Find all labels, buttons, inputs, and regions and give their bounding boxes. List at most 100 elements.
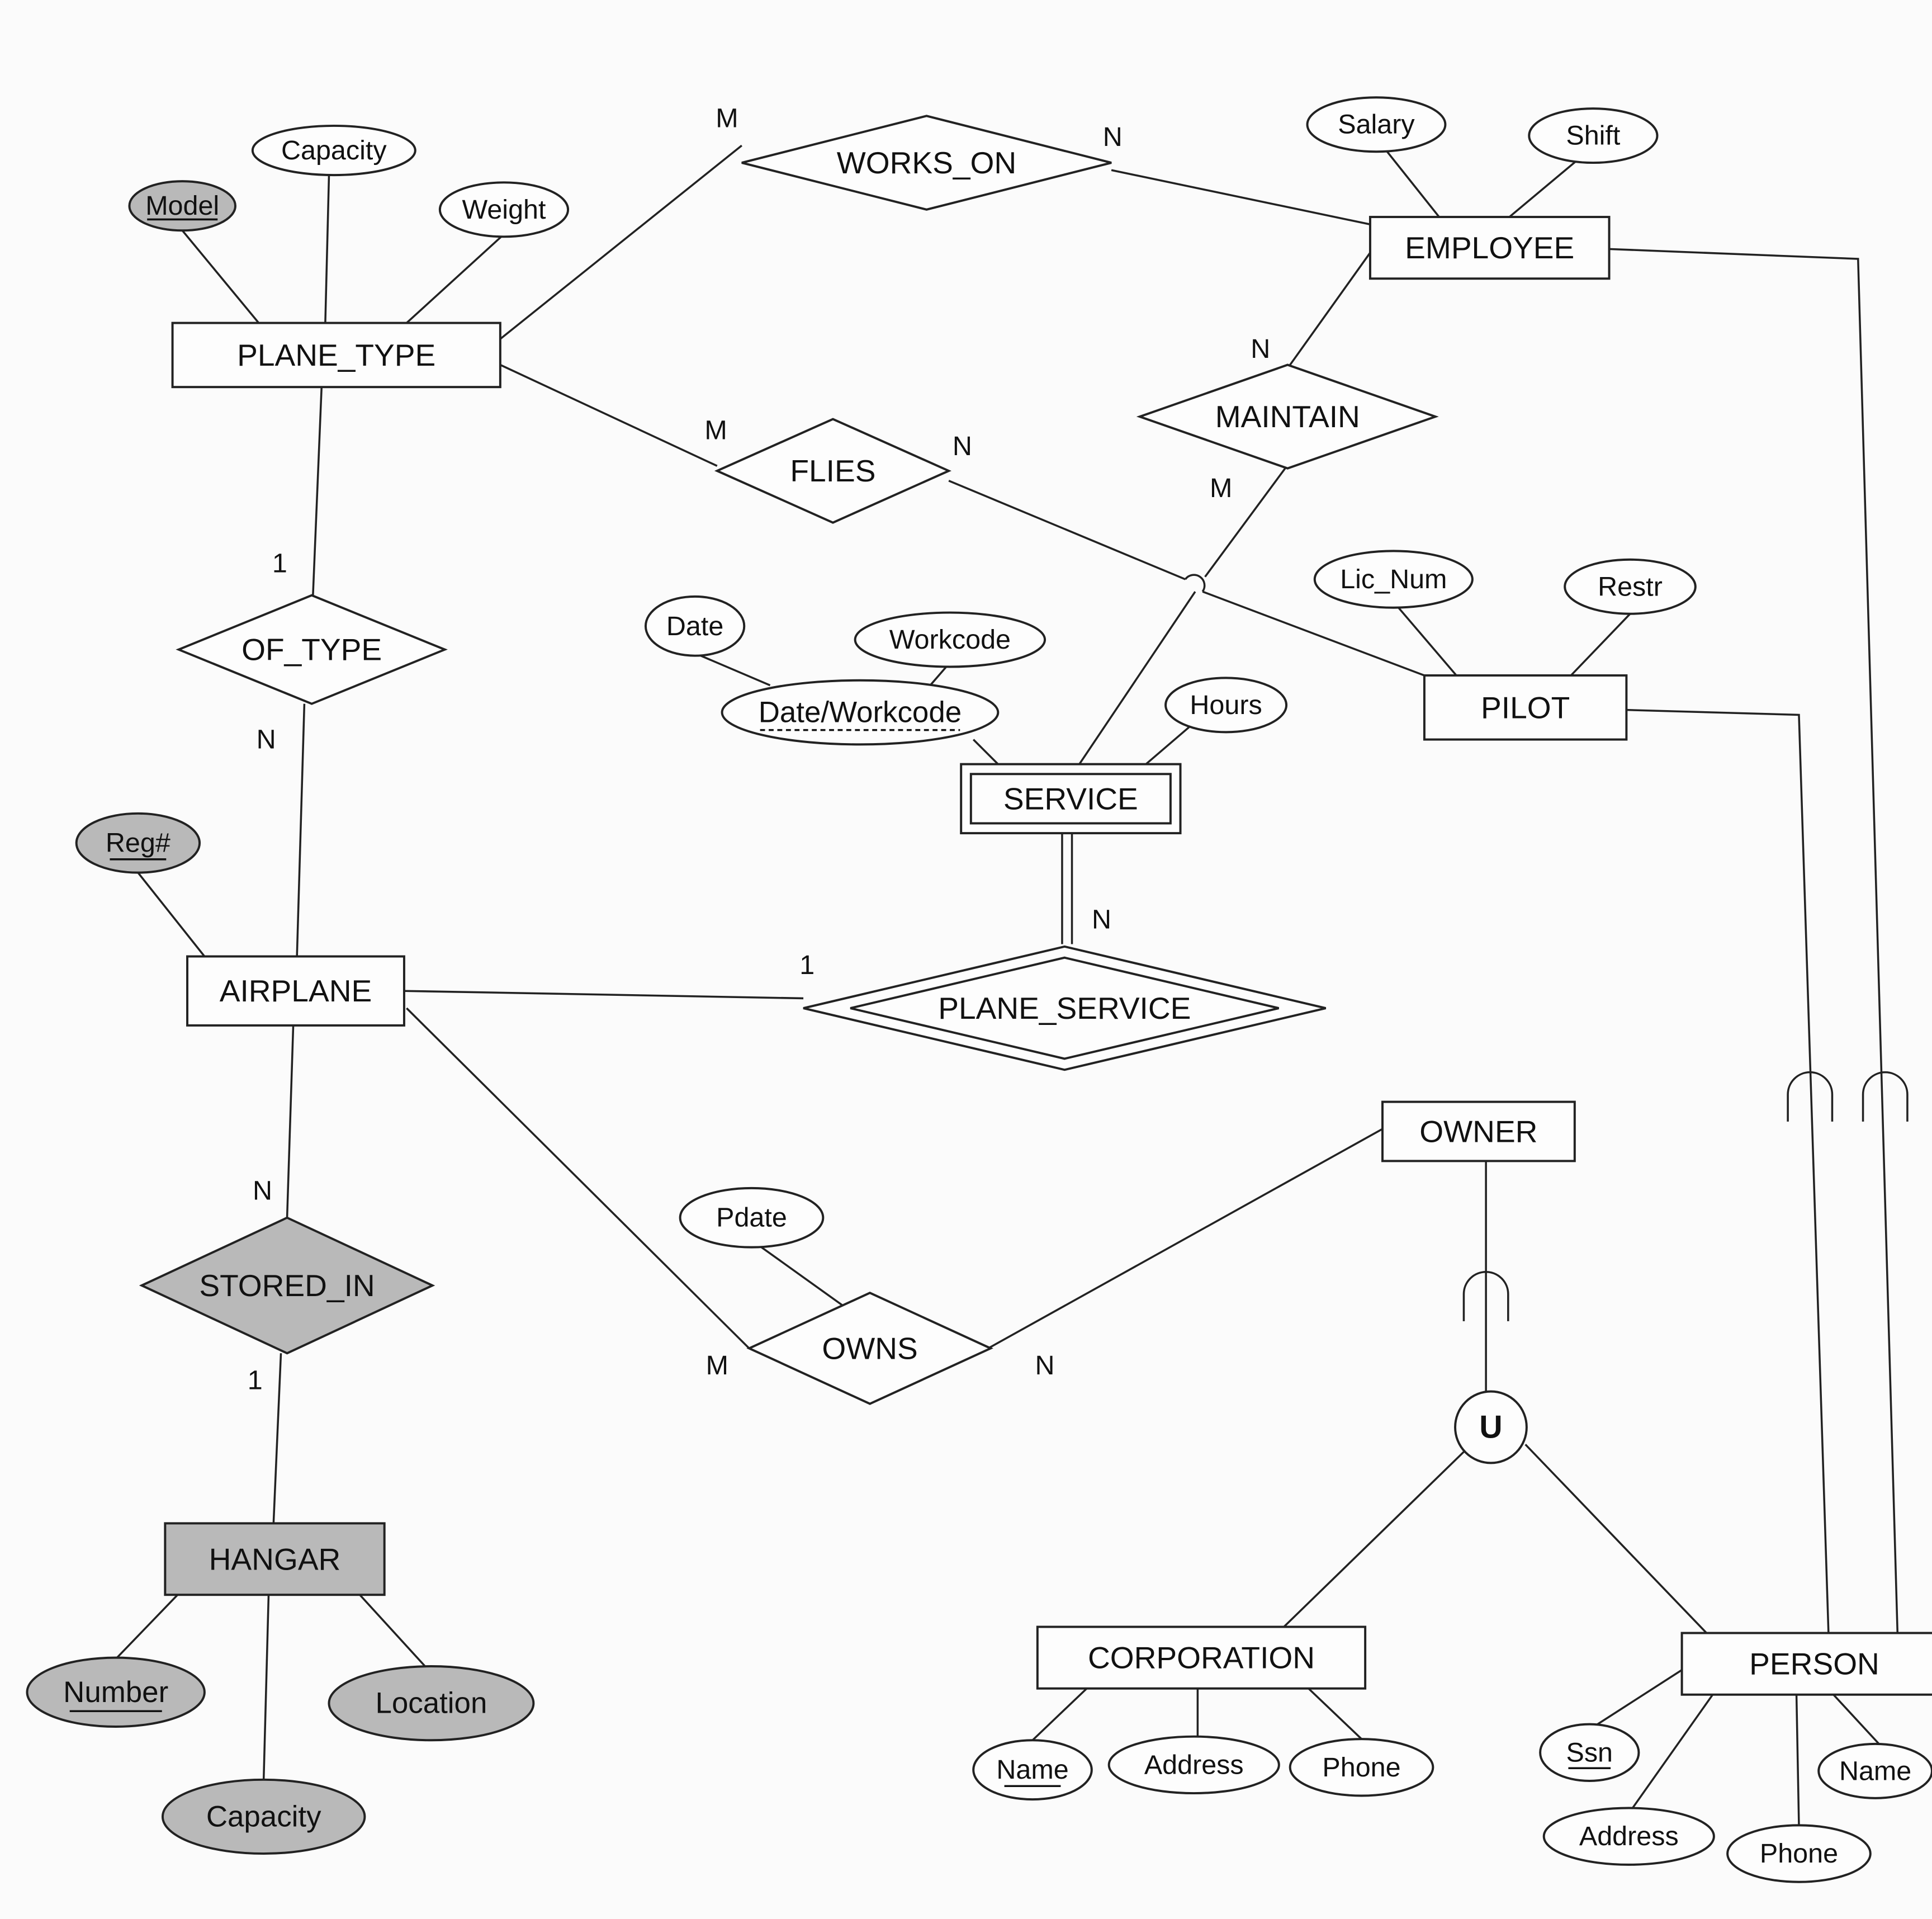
entity-label: EMPLOYEE bbox=[1405, 230, 1574, 265]
attribute-ap-reg[interactable]: Reg# bbox=[75, 812, 201, 874]
connector-line bbox=[929, 666, 948, 686]
connector-line bbox=[1289, 252, 1371, 366]
attribute-label: Ssn bbox=[1566, 1737, 1613, 1767]
connector-line bbox=[1626, 708, 1830, 1633]
attribute-label: Address bbox=[1579, 1821, 1679, 1851]
relationship-stored-in[interactable]: STORED_IN bbox=[139, 1216, 435, 1355]
attribute-pil-licnum[interactable]: Lic_Num bbox=[1313, 550, 1474, 609]
entity-person[interactable]: PERSON bbox=[1680, 1632, 1932, 1696]
connector-line bbox=[1283, 1451, 1465, 1628]
relationship-plane-service[interactable]: PLANE_SERVICE bbox=[803, 945, 1327, 1071]
entity-label: SERVICE bbox=[1003, 781, 1138, 816]
connector-line bbox=[761, 1246, 845, 1307]
connector-line bbox=[262, 1595, 270, 1780]
relationship-label: FLIES bbox=[790, 453, 875, 488]
entity-service[interactable]: SERVICE bbox=[960, 763, 1182, 835]
cardinality-label: N bbox=[953, 431, 972, 461]
connector-line bbox=[1508, 159, 1578, 218]
entity-label: PILOT bbox=[1481, 690, 1570, 725]
relationship-of-type[interactable]: OF_TYPE bbox=[176, 594, 448, 705]
entity-label: OWNER bbox=[1419, 1114, 1537, 1148]
connector-line bbox=[406, 1007, 750, 1349]
attribute-label: Name bbox=[996, 1755, 1068, 1785]
subset-symbol-icon bbox=[1862, 1071, 1909, 1122]
connector-line bbox=[296, 703, 306, 957]
connector-line bbox=[499, 144, 742, 340]
attribute-pt-capacity[interactable]: Capacity bbox=[251, 124, 416, 177]
cardinality-label: 1 bbox=[272, 548, 287, 578]
cardinality-label: M bbox=[1210, 473, 1232, 503]
entity-airplane[interactable]: AIRPLANE bbox=[186, 955, 405, 1027]
relationship-label: OWNS bbox=[822, 1331, 917, 1365]
connector-line bbox=[359, 1594, 426, 1667]
union-label: U bbox=[1479, 1409, 1502, 1445]
attribute-label: Shift bbox=[1566, 121, 1621, 151]
connector-line bbox=[500, 363, 718, 467]
attribute-pt-weight[interactable]: Weight bbox=[438, 181, 570, 238]
entity-plane-type[interactable]: PLANE_TYPE bbox=[171, 322, 501, 389]
cardinality-label: N bbox=[257, 725, 276, 755]
entity-owner[interactable]: OWNER bbox=[1381, 1100, 1576, 1162]
entity-corporation[interactable]: CORPORATION bbox=[1036, 1625, 1367, 1690]
attribute-hg-location[interactable]: Location bbox=[328, 1665, 535, 1742]
attribute-label: Pdate bbox=[716, 1203, 787, 1233]
connector-line bbox=[1795, 1694, 1800, 1826]
relationship-works-on[interactable]: WORKS_ON bbox=[741, 115, 1112, 211]
attribute-pe-phone[interactable]: Phone bbox=[1726, 1824, 1872, 1883]
attribute-co-name[interactable]: Name bbox=[972, 1739, 1093, 1801]
entity-employee[interactable]: EMPLOYEE bbox=[1368, 216, 1611, 280]
attribute-pe-ssn[interactable]: Ssn bbox=[1539, 1723, 1640, 1783]
connector-line bbox=[1078, 591, 1196, 765]
connector-line bbox=[972, 739, 999, 765]
entity-label: PERSON bbox=[1749, 1647, 1879, 1681]
connector-line bbox=[1832, 1694, 1880, 1745]
attribute-emp-shift[interactable]: Shift bbox=[1528, 107, 1659, 164]
er-diagram-canvas: PLANE_TYPE EMPLOYEE PILOT SERVICE AIRPLANE OW… bbox=[26, 96, 1932, 1883]
attribute-pe-address[interactable]: Address bbox=[1542, 1807, 1715, 1866]
attribute-sv-dw[interactable]: Date/Workcode bbox=[721, 679, 1000, 746]
entity-label: AIRPLANE bbox=[220, 973, 372, 1008]
entity-hangar[interactable]: HANGAR bbox=[164, 1522, 386, 1596]
relationship-owns[interactable]: OWNS bbox=[746, 1292, 993, 1405]
attribute-co-address[interactable]: Address bbox=[1107, 1735, 1280, 1795]
attribute-ow-pdate[interactable]: Pdate bbox=[679, 1187, 825, 1249]
connector-line bbox=[1631, 1694, 1714, 1809]
union-category-node[interactable]: U bbox=[1454, 1390, 1528, 1464]
connector-line bbox=[404, 990, 804, 1000]
attribute-label: Restr bbox=[1598, 571, 1663, 602]
entity-pilot[interactable]: PILOT bbox=[1423, 674, 1628, 741]
attribute-sv-hours[interactable]: Hours bbox=[1164, 677, 1288, 734]
attribute-pil-restr[interactable]: Restr bbox=[1564, 558, 1697, 615]
attribute-sv-date[interactable]: Date bbox=[644, 595, 746, 657]
relationship-maintain[interactable]: MAINTAIN bbox=[1136, 363, 1439, 470]
attribute-pe-name[interactable]: Name bbox=[1817, 1742, 1932, 1799]
cardinality-label: M bbox=[704, 415, 727, 445]
attribute-pt-model[interactable]: Model bbox=[128, 180, 236, 232]
connector-line bbox=[324, 175, 330, 323]
connector-line bbox=[1609, 248, 1932, 1634]
connector-line bbox=[115, 1589, 183, 1660]
connector-line bbox=[1398, 607, 1457, 677]
er-diagram: PLANE_TYPE EMPLOYEE PILOT SERVICE AIRPLANE OW… bbox=[0, 0, 1932, 1919]
attribute-label: Name bbox=[1839, 1756, 1911, 1786]
relationship-flies[interactable]: FLIES bbox=[714, 418, 952, 524]
attribute-label: Date/Workcode bbox=[759, 696, 962, 729]
attribute-label: Phone bbox=[1322, 1752, 1400, 1783]
attribute-hg-number[interactable]: Number bbox=[26, 1656, 206, 1728]
attribute-label: Salary bbox=[1338, 110, 1415, 140]
connector-line bbox=[1031, 1688, 1088, 1741]
connector-line bbox=[286, 1025, 295, 1218]
attribute-sv-workcode[interactable]: Workcode bbox=[854, 611, 1046, 668]
relationship-label: WORKS_ON bbox=[837, 145, 1016, 180]
attribute-emp-salary[interactable]: Salary bbox=[1306, 96, 1447, 153]
attribute-label: Workcode bbox=[889, 625, 1011, 655]
attribute-co-phone[interactable]: Phone bbox=[1289, 1738, 1434, 1797]
attribute-hg-capacity[interactable]: Capacity bbox=[161, 1778, 366, 1855]
cardinality-label: N bbox=[1092, 904, 1111, 934]
connector-line bbox=[948, 480, 1186, 580]
connector-line bbox=[406, 233, 505, 324]
entity-label: HANGAR bbox=[209, 1542, 341, 1576]
attribute-label: Address bbox=[1144, 1750, 1244, 1780]
connector-line bbox=[987, 1128, 1383, 1349]
line-crossover-hop bbox=[1184, 574, 1206, 593]
